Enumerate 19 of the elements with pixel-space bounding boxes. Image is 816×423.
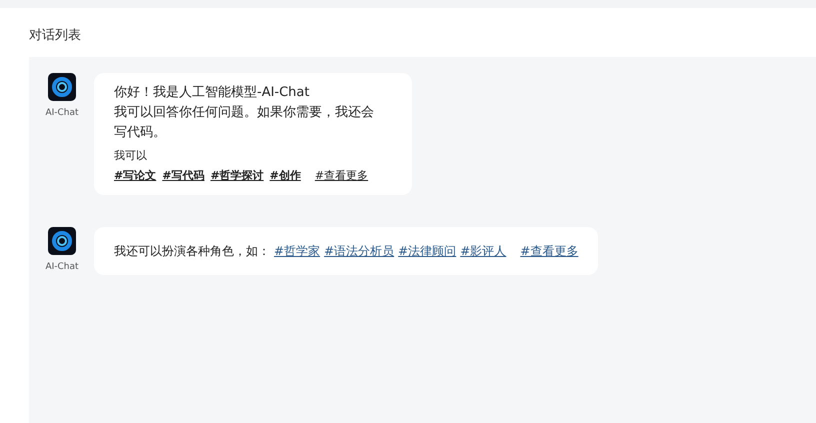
see-more-link[interactable]: #查看更多	[520, 240, 578, 261]
role-link[interactable]: #语法分析员	[324, 240, 394, 261]
role-link[interactable]: #哲学家	[274, 240, 320, 261]
topic-tag-link[interactable]: #写代码	[162, 167, 204, 185]
page-title: 对话列表	[29, 28, 82, 44]
message-text: 我可以回答你任何问题。如果你需要，我还会写代码。	[114, 104, 375, 142]
ring-logo-icon	[48, 227, 76, 255]
sender-name: AI-Chat	[45, 261, 79, 274]
topic-tag-link[interactable]: #创作	[270, 167, 301, 185]
role-link[interactable]: #法律顾问	[398, 240, 456, 261]
ring-logo-icon	[48, 73, 76, 101]
message-text: 我还可以扮演各种角色，如：	[114, 242, 270, 260]
topic-tag-link[interactable]: #写论文	[114, 167, 156, 185]
sender-name: AI-Chat	[45, 107, 79, 120]
topic-tag-link[interactable]: #哲学探讨	[210, 167, 264, 185]
message-text: 你好！我是人工智能模型-AI-Chat	[114, 84, 310, 102]
message-text: 我可以	[114, 148, 148, 164]
role-link[interactable]: #影评人	[460, 240, 506, 261]
see-more-link[interactable]: #查看更多	[314, 167, 368, 185]
